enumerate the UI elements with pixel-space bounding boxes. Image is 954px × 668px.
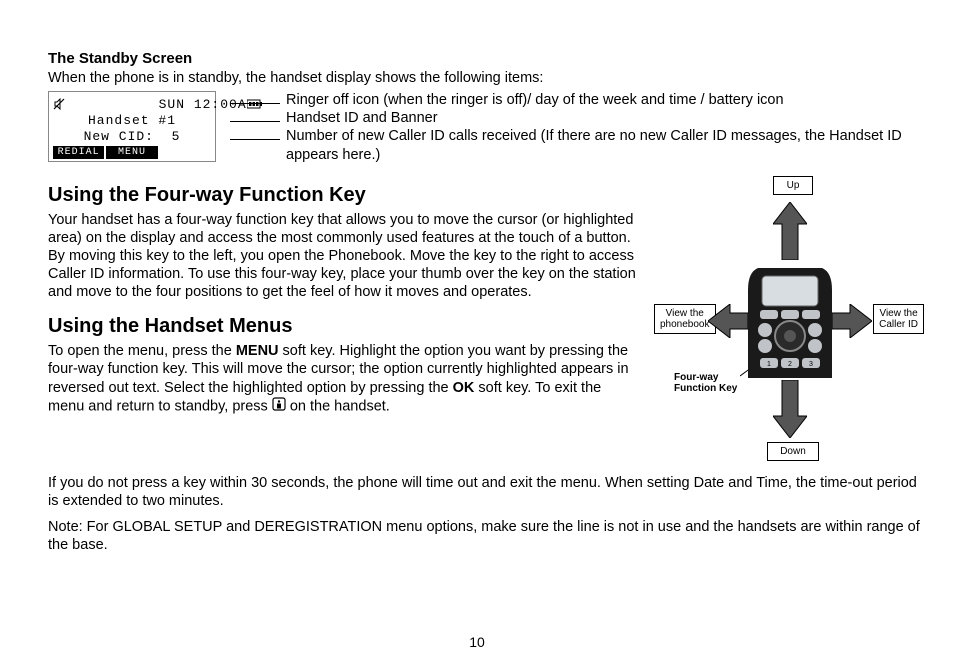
- callout-1: Ringer off icon (when the ringer is off)…: [230, 91, 924, 109]
- label-left-b: phonebook: [660, 319, 710, 330]
- svg-text:2: 2: [788, 361, 792, 368]
- standby-heading: The Standby Screen: [48, 50, 924, 67]
- label-right-b: Caller ID: [879, 319, 918, 330]
- softkey-menu: MENU: [106, 146, 159, 159]
- handset-graphic: 1 2 3: [748, 268, 832, 378]
- fk-a: Four-way: [674, 372, 718, 383]
- manual-page: The Standby Screen When the phone is in …: [0, 0, 954, 668]
- softkey-blank: [160, 146, 211, 159]
- callout-3-text: Number of new Caller ID calls received (…: [286, 127, 924, 163]
- standby-row: SUN 12:00A Handset #1 New CID: 5: [48, 91, 924, 164]
- lcd-screen: SUN 12:00A Handset #1 New CID: 5: [48, 91, 216, 162]
- softkey-redial: REDIAL: [53, 146, 106, 159]
- end-key-icon: [272, 397, 286, 416]
- label-right-a: View the: [879, 308, 917, 319]
- fourway-body: Your handset has a four-way function key…: [48, 211, 636, 302]
- label-left: View the phonebook: [654, 304, 716, 334]
- callout-2-text: Handset ID and Banner: [286, 109, 438, 127]
- arrow-up-icon: [773, 202, 807, 260]
- leader-line: [230, 113, 280, 122]
- standby-intro: When the phone is in standby, the handse…: [48, 69, 924, 87]
- fk-b: Function Key: [674, 383, 737, 394]
- menus-p2: If you do not press a key within 30 seco…: [48, 474, 924, 510]
- svg-text:1: 1: [767, 361, 771, 368]
- svg-text:3: 3: [809, 361, 813, 368]
- lcd-callouts: Ringer off icon (when the ringer is off)…: [230, 91, 924, 164]
- menus-p1: To open the menu, press the MENU soft ke…: [48, 342, 636, 416]
- menus-p3: Note: For GLOBAL SETUP and DEREGISTRATIO…: [48, 518, 924, 554]
- label-right: View the Caller ID: [873, 304, 924, 334]
- menus-p1a: To open the menu, press the: [48, 343, 236, 359]
- page-number: 10: [0, 634, 954, 650]
- ok-bold: OK: [453, 380, 475, 396]
- arrow-right-icon: [832, 304, 872, 338]
- menus-heading: Using the Handset Menus: [48, 315, 636, 338]
- menus-p1d: on the handset.: [286, 398, 390, 414]
- leader-line: [230, 131, 280, 140]
- main-two-col: Using the Four-way Function Key Your han…: [48, 170, 924, 466]
- callout-2: Handset ID and Banner: [230, 109, 924, 127]
- label-function-key: Four-way Function Key: [674, 372, 737, 394]
- standby-section: The Standby Screen When the phone is in …: [48, 50, 924, 164]
- lcd-line-1: SUN 12:00A: [53, 96, 211, 112]
- lcd-softkeys: REDIAL MENU: [53, 146, 211, 159]
- label-up: Up: [773, 176, 813, 195]
- callout-3: Number of new Caller ID calls received (…: [230, 127, 924, 163]
- menu-bold: MENU: [236, 343, 279, 359]
- callout-1-text: Ringer off icon (when the ringer is off)…: [286, 91, 784, 109]
- label-down: Down: [767, 442, 819, 461]
- arrow-down-icon: [773, 380, 807, 438]
- leader-line: [230, 95, 280, 104]
- label-left-a: View the: [666, 308, 704, 319]
- arrow-left-icon: [708, 304, 748, 338]
- left-text-col: Using the Four-way Function Key Your han…: [48, 170, 654, 416]
- fourway-heading: Using the Four-way Function Key: [48, 184, 636, 207]
- fourway-diagram: Up View the phonebook View the Caller ID: [654, 176, 924, 466]
